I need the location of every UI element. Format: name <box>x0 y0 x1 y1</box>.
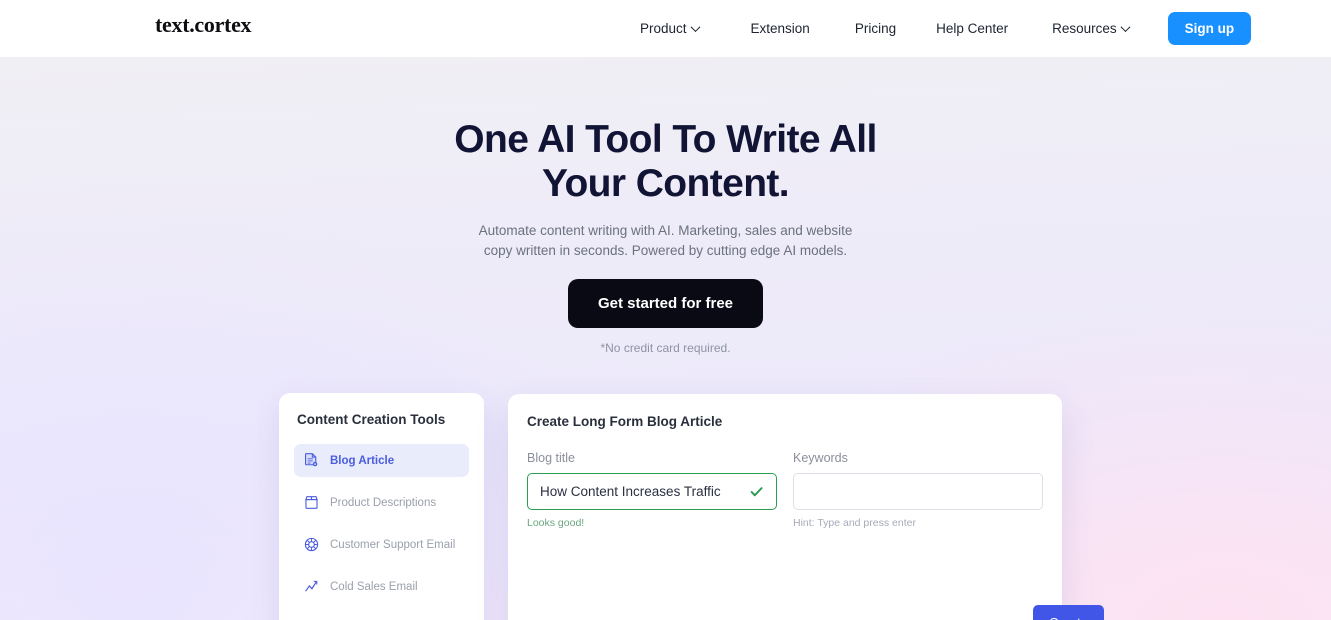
hero-section: One AI Tool To Write All Your Content. A… <box>0 57 1331 620</box>
nav-item-label: Resources <box>1052 21 1117 36</box>
document-gear-icon <box>303 452 320 469</box>
cta-container: Get started for free <box>0 279 1331 328</box>
tool-item-label: Customer Support Email <box>330 538 456 551</box>
blog-title-value: How Content Increases Traffic <box>540 484 721 499</box>
nav-item-resources[interactable]: Resources <box>1052 21 1131 36</box>
main-navigation: Product Extension Pricing Help Center Re… <box>640 0 1252 57</box>
box-icon <box>303 494 320 511</box>
nav-item-label: Extension <box>750 21 810 36</box>
keywords-hint: Hint: Type and press enter <box>793 517 916 529</box>
tool-item-label: Product Descriptions <box>330 496 437 509</box>
blog-article-form-panel: Create Long Form Blog Article Blog title… <box>508 394 1105 620</box>
blog-title-hint: Looks good! <box>527 517 585 529</box>
nav-item-label: Help Center <box>936 21 1009 36</box>
nav-item-label: Product <box>640 21 687 36</box>
tool-item-cold-sales-email[interactable]: Cold Sales Email <box>294 570 469 603</box>
nav-item-extension[interactable]: Extension <box>751 21 810 36</box>
headline-line-1: One AI Tool To Write All <box>454 118 877 161</box>
page-title: One AI Tool To Write All Your Content. <box>0 118 1331 206</box>
create-button[interactable]: Create <box>1033 605 1105 620</box>
nav-item-pricing[interactable]: Pricing <box>855 21 896 36</box>
line-chart-icon <box>303 578 320 595</box>
blog-title-field-group: Blog title How Content Increases Traffic… <box>527 451 777 529</box>
headline-line-2: Your Content. <box>541 162 790 205</box>
nav-item-product[interactable]: Product <box>640 21 700 36</box>
blog-title-input[interactable]: How Content Increases Traffic <box>527 473 777 510</box>
tool-item-product-descriptions[interactable]: Product Descriptions <box>294 486 469 519</box>
tool-item-customer-support-email[interactable]: Customer Support Email <box>294 528 469 561</box>
sign-up-button[interactable]: Sign up <box>1167 12 1252 45</box>
subheading-line-2: copy written in seconds. Powered by cutt… <box>483 242 848 258</box>
chevron-down-icon <box>690 22 700 33</box>
site-header: text.cortex Product Extension Pricing He… <box>0 0 1331 57</box>
blog-title-label: Blog title <box>527 451 575 465</box>
tool-item-label: Cold Sales Email <box>330 580 418 593</box>
nav-item-label: Pricing <box>854 21 897 36</box>
nav-item-help-center[interactable]: Help Center <box>936 21 1008 36</box>
keywords-label: Keywords <box>793 451 848 465</box>
form-panel-title: Create Long Form Blog Article <box>527 414 723 429</box>
check-icon <box>749 484 764 499</box>
chevron-down-icon <box>1120 22 1131 33</box>
get-started-button[interactable]: Get started for free <box>567 279 764 328</box>
subheading-line-1: Automate content writing with AI. Market… <box>478 223 853 238</box>
tool-item-label: Blog Article <box>330 454 395 467</box>
tool-item-blog-article[interactable]: Blog Article <box>294 444 469 477</box>
form-fields-row: Blog title How Content Increases Traffic… <box>527 451 1043 529</box>
keywords-field-group: Keywords Hint: Type and press enter <box>793 451 1043 529</box>
cta-disclaimer: *No credit card required. <box>600 341 731 355</box>
tools-panel-title: Content Creation Tools <box>297 412 446 427</box>
lifebuoy-icon <box>303 536 320 553</box>
hero-subheading: Automate content writing with AI. Market… <box>0 221 1331 260</box>
site-logo[interactable]: text.cortex <box>155 12 252 38</box>
content-creation-tools-panel: Content Creation Tools Blog Article Prod… <box>279 393 484 620</box>
keywords-input[interactable] <box>793 473 1043 510</box>
